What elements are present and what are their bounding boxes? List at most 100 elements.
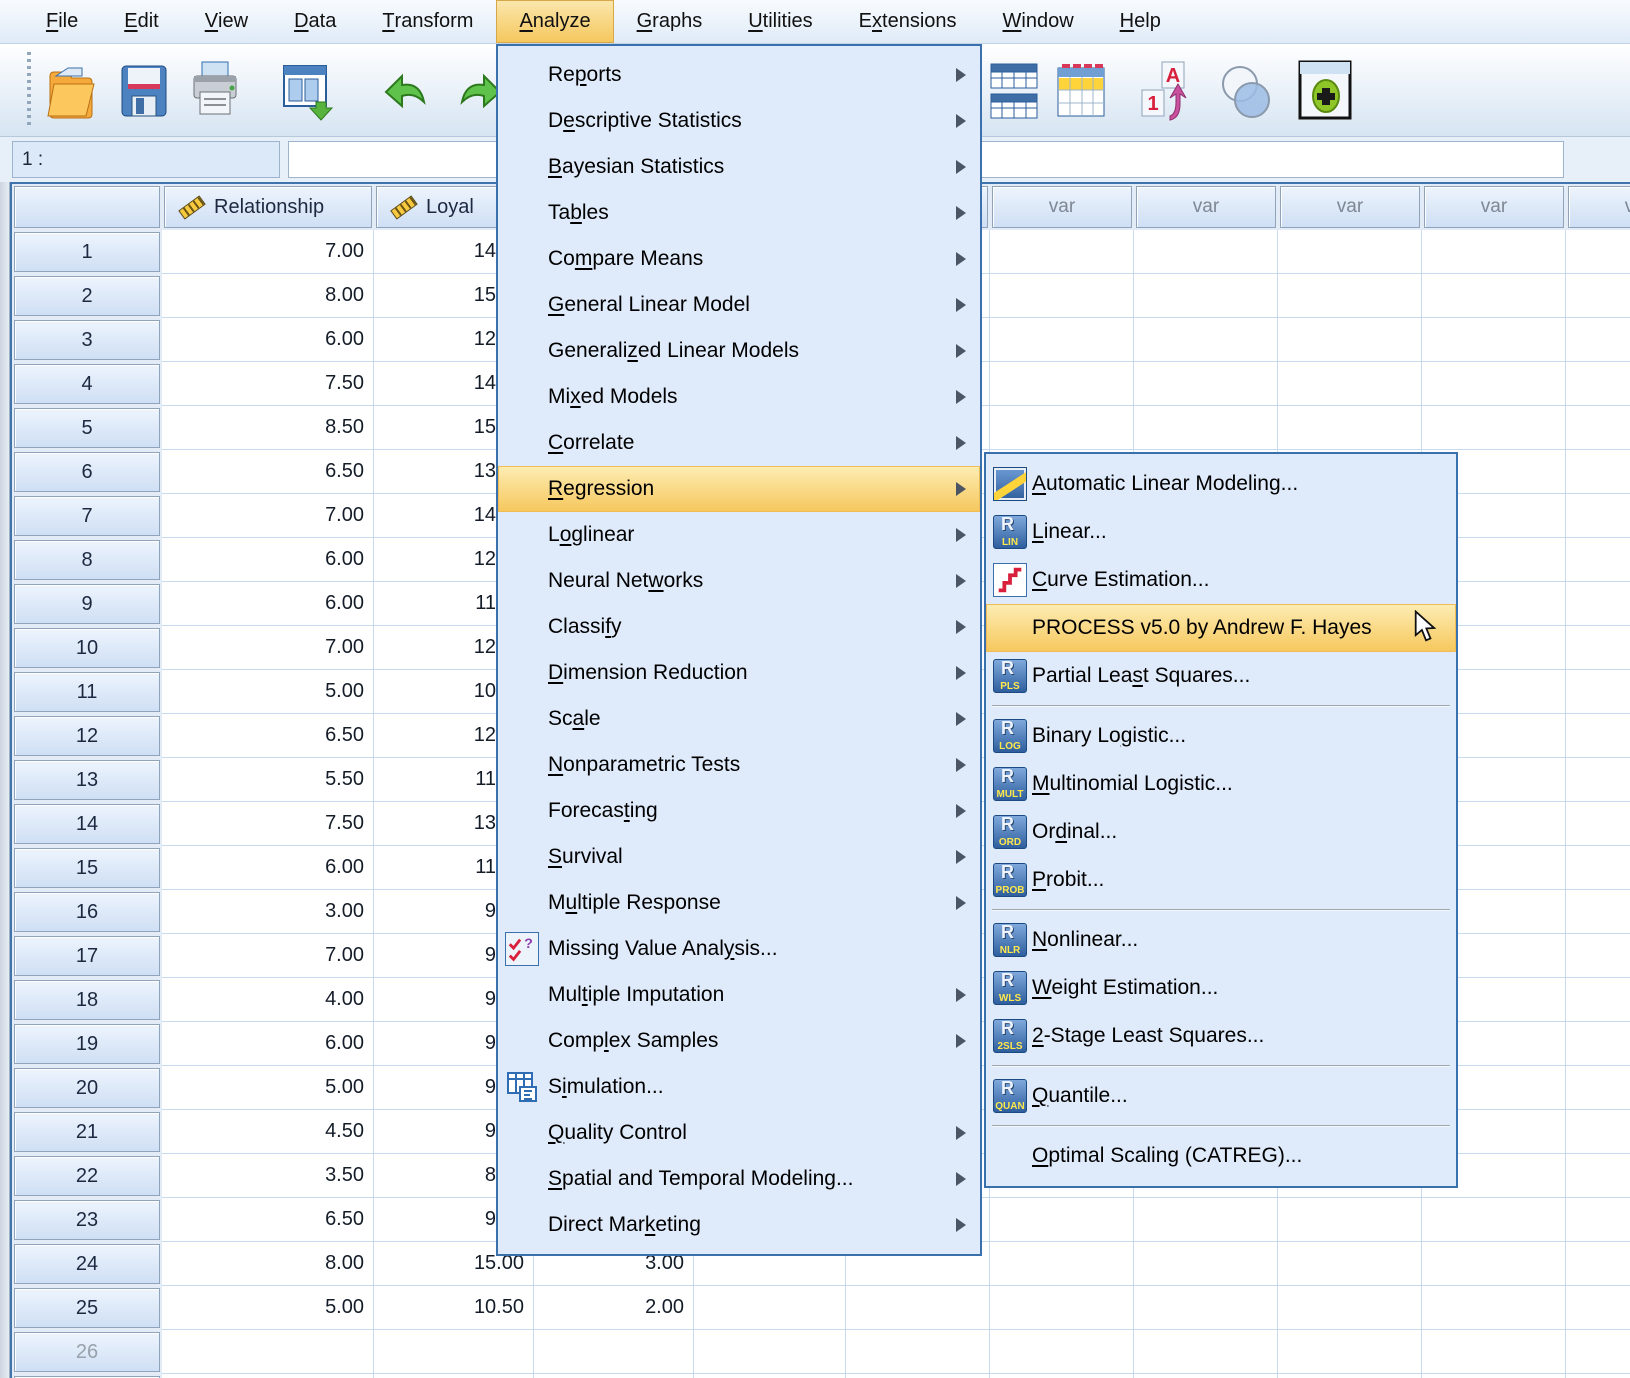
data-cell[interactable]: [1566, 582, 1630, 626]
data-cell[interactable]: [1278, 1330, 1422, 1374]
data-cell[interactable]: [1134, 1198, 1278, 1242]
menubar-item-utilities[interactable]: Utilities: [725, 0, 835, 43]
row-header-23[interactable]: 23: [12, 1198, 162, 1242]
row-header-22[interactable]: 22: [12, 1154, 162, 1198]
data-cell[interactable]: [1566, 1022, 1630, 1066]
data-cell[interactable]: [1134, 1286, 1278, 1330]
regression-submenu-item[interactable]: RMULTMultinomial Logistic...: [986, 760, 1456, 808]
analyze-menu-item[interactable]: Complex Samples: [498, 1018, 980, 1064]
analyze-menu-item[interactable]: Compare Means: [498, 236, 980, 282]
data-cell[interactable]: [162, 1330, 374, 1374]
row-header-2[interactable]: 2: [12, 274, 162, 318]
data-cell[interactable]: [990, 1374, 1134, 1378]
data-cell[interactable]: [990, 362, 1134, 406]
row-header-19[interactable]: 19: [12, 1022, 162, 1066]
analyze-menu-item[interactable]: Spatial and Temporal Modeling...: [498, 1156, 980, 1202]
menubar-item-graphs[interactable]: Graphs: [614, 0, 726, 43]
data-cell[interactable]: 8.50: [162, 406, 374, 450]
data-cell[interactable]: 8.00: [162, 1242, 374, 1286]
row-header-8[interactable]: 8: [12, 538, 162, 582]
regression-submenu-item[interactable]: RPROBProbit...: [986, 856, 1456, 904]
data-cell[interactable]: [1422, 1374, 1566, 1378]
data-cell[interactable]: [1566, 1066, 1630, 1110]
analyze-menu-item[interactable]: Neural Networks: [498, 558, 980, 604]
data-cell[interactable]: 7.00: [162, 230, 374, 274]
data-cell[interactable]: [694, 1374, 846, 1378]
data-cell[interactable]: [534, 1374, 694, 1378]
analyze-menu-item[interactable]: Bayesian Statistics: [498, 144, 980, 190]
data-cell[interactable]: [1278, 406, 1422, 450]
regression-submenu-item[interactable]: RNLRNonlinear...: [986, 916, 1456, 964]
row-header-16[interactable]: 16: [12, 890, 162, 934]
data-cell[interactable]: [694, 1286, 846, 1330]
data-cell[interactable]: 6.00: [162, 846, 374, 890]
menubar-item-transform[interactable]: Transform: [359, 0, 496, 43]
data-cell[interactable]: [1422, 318, 1566, 362]
data-cell[interactable]: [990, 274, 1134, 318]
data-cell[interactable]: [1278, 318, 1422, 362]
row-header-26[interactable]: 26: [12, 1330, 162, 1374]
data-cell[interactable]: 8.00: [162, 274, 374, 318]
regression-submenu-item[interactable]: PROCESS v5.0 by Andrew F. Hayes: [986, 604, 1456, 652]
row-header-5[interactable]: 5: [12, 406, 162, 450]
data-cell[interactable]: [1278, 1374, 1422, 1378]
regression-submenu-item[interactable]: Automatic Linear Modeling...: [986, 460, 1456, 508]
menubar-item-edit[interactable]: Edit: [101, 0, 181, 43]
open-file-icon[interactable]: [42, 58, 100, 124]
data-cell[interactable]: 6.00: [162, 318, 374, 362]
data-cell[interactable]: [846, 1374, 990, 1378]
data-cell[interactable]: [1422, 1286, 1566, 1330]
data-cell[interactable]: [1422, 1198, 1566, 1242]
row-header-7[interactable]: 7: [12, 494, 162, 538]
data-cell[interactable]: [846, 1330, 990, 1374]
column-header-var[interactable]: var: [1566, 184, 1630, 230]
data-cell[interactable]: [1422, 1242, 1566, 1286]
data-cell[interactable]: [1134, 1374, 1278, 1378]
row-header-10[interactable]: 10: [12, 626, 162, 670]
save-file-icon[interactable]: [114, 58, 172, 124]
data-cell[interactable]: 5.50: [162, 758, 374, 802]
undo-icon[interactable]: [376, 58, 434, 124]
analyze-menu-item[interactable]: Scale: [498, 696, 980, 742]
row-header-20[interactable]: 20: [12, 1066, 162, 1110]
row-header-9[interactable]: 9: [12, 582, 162, 626]
row-header-6[interactable]: 6: [12, 450, 162, 494]
row-header-blank[interactable]: [12, 1374, 162, 1378]
data-cell[interactable]: [1566, 670, 1630, 714]
row-header-25[interactable]: 25: [12, 1286, 162, 1330]
column-header-relationship[interactable]: Relationship: [162, 184, 374, 230]
regression-submenu-item[interactable]: RQUANQuantile...: [986, 1072, 1456, 1120]
data-cell[interactable]: [846, 1286, 990, 1330]
menubar-item-data[interactable]: Data: [271, 0, 359, 43]
data-cell[interactable]: 6.50: [162, 714, 374, 758]
data-cell[interactable]: 3.00: [162, 890, 374, 934]
data-cell[interactable]: [1566, 1110, 1630, 1154]
analyze-menu-item[interactable]: Multiple Imputation: [498, 972, 980, 1018]
menubar-item-extensions[interactable]: Extensions: [836, 0, 980, 43]
row-header-12[interactable]: 12: [12, 714, 162, 758]
analyze-menu-item[interactable]: Dimension Reduction: [498, 650, 980, 696]
regression-submenu-item[interactable]: RLOGBinary Logistic...: [986, 712, 1456, 760]
data-cell[interactable]: 5.00: [162, 1286, 374, 1330]
regression-submenu-item[interactable]: Curve Estimation...: [986, 556, 1456, 604]
grid-corner-cell[interactable]: [12, 184, 162, 230]
analyze-menu-item[interactable]: Descriptive Statistics: [498, 98, 980, 144]
data-cell[interactable]: [1134, 1242, 1278, 1286]
regression-submenu-item[interactable]: R2SLS2-Stage Least Squares...: [986, 1012, 1456, 1060]
data-cell[interactable]: [1566, 626, 1630, 670]
analyze-menu-item[interactable]: Quality Control: [498, 1110, 980, 1156]
data-cell[interactable]: [1566, 494, 1630, 538]
data-cell[interactable]: [990, 406, 1134, 450]
analyze-menu-item[interactable]: Simulation...: [498, 1064, 980, 1110]
data-cell[interactable]: 4.50: [162, 1110, 374, 1154]
regression-submenu-item[interactable]: RLINLinear...: [986, 508, 1456, 556]
data-cell[interactable]: [990, 1286, 1134, 1330]
data-cell[interactable]: [1566, 362, 1630, 406]
data-cell[interactable]: 6.50: [162, 1198, 374, 1242]
data-cell[interactable]: [1566, 1286, 1630, 1330]
data-cell[interactable]: 7.00: [162, 934, 374, 978]
data-cell[interactable]: [1134, 274, 1278, 318]
analyze-menu-item[interactable]: Nonparametric Tests: [498, 742, 980, 788]
data-cell[interactable]: 5.00: [162, 1066, 374, 1110]
row-header-17[interactable]: 17: [12, 934, 162, 978]
